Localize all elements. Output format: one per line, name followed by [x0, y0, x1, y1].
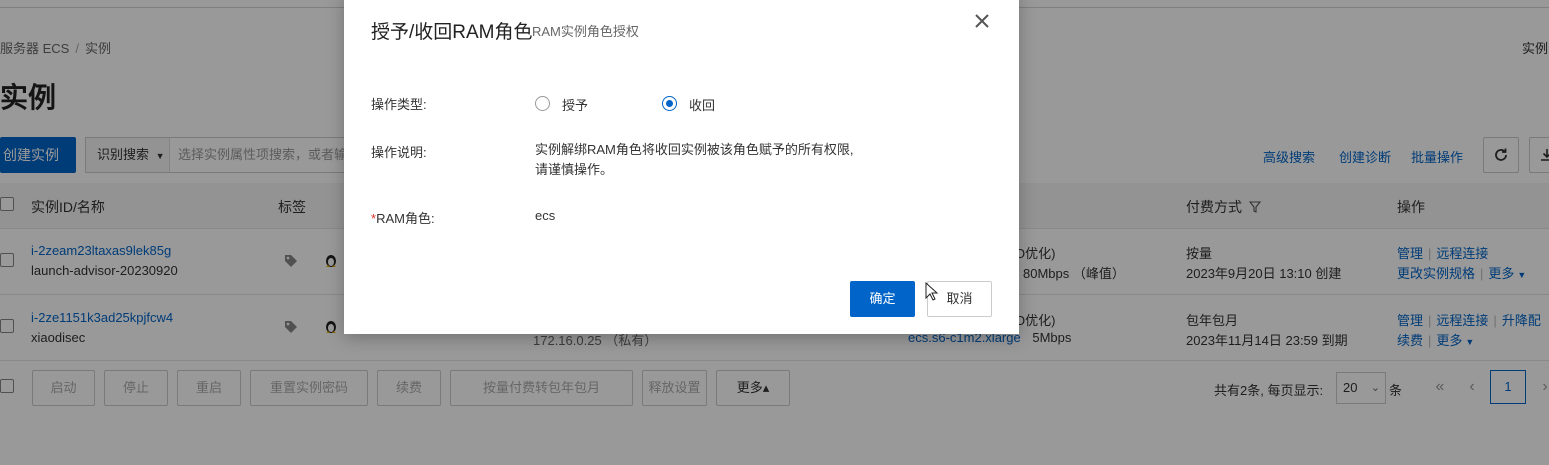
mouse-cursor-icon [925, 282, 939, 301]
operation-desc-label: 操作说明: [371, 145, 427, 160]
dialog-title: 授予/收回RAM角色 [371, 22, 533, 43]
operation-type-label: 操作类型: [371, 97, 427, 112]
operation-description: 实例解绑RAM角色将收回实例被该角色赋予的所有权限, 请谨慎操作。 [535, 140, 854, 180]
radio-grant[interactable] [535, 96, 550, 111]
confirm-button[interactable]: 确定 [850, 281, 915, 317]
description-line: 实例解绑RAM角色将收回实例被该角色赋予的所有权限, [535, 142, 854, 157]
ram-role-label: *RAM角色: [371, 208, 435, 227]
ram-role-value: ecs [535, 208, 556, 223]
dialog-subtitle: RAM实例角色授权 [532, 24, 639, 39]
description-line: 请谨慎操作。 [535, 162, 614, 177]
ram-role-dialog: 授予/收回RAM角色 RAM实例角色授权 操作类型: 授予 收回 操作说明: 实… [344, 0, 1019, 334]
radio-revoke[interactable] [662, 96, 677, 111]
radio-revoke-label[interactable]: 收回 [689, 95, 715, 114]
radio-grant-label[interactable]: 授予 [562, 95, 588, 114]
ram-role-label-text: RAM角色: [376, 211, 435, 226]
close-icon[interactable] [971, 10, 993, 32]
